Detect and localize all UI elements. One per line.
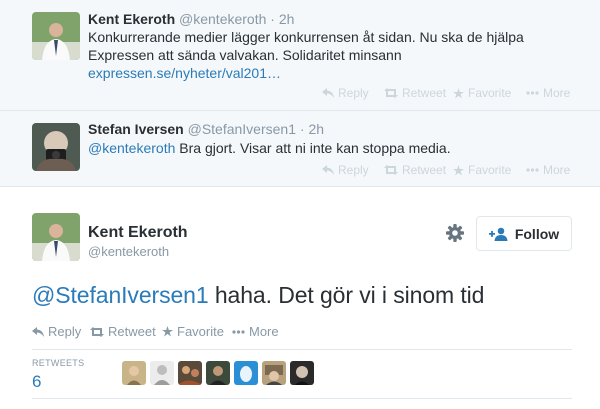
more-button[interactable]: More — [232, 324, 279, 339]
tweet-body: haha. Det gör vi i sinom tid — [208, 282, 485, 308]
screen-name[interactable]: @kentekeroth — [179, 11, 266, 27]
follow-button[interactable]: Follow — [476, 216, 572, 251]
tweet-link[interactable]: expressen.se/nyheter/val201… — [88, 65, 281, 81]
screen-name[interactable]: @StefanIversen1 — [188, 121, 296, 137]
divider — [32, 398, 572, 399]
retweeter-avatar[interactable] — [234, 361, 258, 385]
avatar[interactable] — [32, 213, 80, 261]
more-label: More — [249, 324, 279, 339]
more-icon — [526, 168, 539, 172]
more-label: More — [543, 86, 571, 100]
follow-label: Follow — [514, 225, 560, 242]
retweet-label: Retweet — [108, 324, 156, 339]
avatar[interactable] — [32, 12, 80, 60]
tweet-body: Konkurrerande medier lägger konkurrensen… — [88, 29, 524, 63]
favorite-button[interactable]: Favorite — [162, 324, 224, 339]
favorite-label: Favorite — [468, 86, 512, 100]
thread-tweet[interactable]: Stefan Iversen @StefanIversen1 · 2h @ken… — [0, 111, 600, 187]
timestamp[interactable]: · 2h — [300, 121, 324, 137]
divider — [32, 349, 572, 350]
retweet-button[interactable]: Retweet — [90, 324, 156, 339]
tweet-header: Kent Ekeroth @kentekeroth · 2h — [88, 11, 294, 27]
tweet-text: @StefanIversen1 haha. Det gör vi i sinom… — [32, 282, 484, 309]
tweet-text: @kentekeroth Bra gjort. Visar att ni int… — [88, 139, 548, 157]
tweet-text: Konkurrerande medier lägger konkurrensen… — [88, 28, 548, 82]
more-button[interactable]: More — [526, 163, 570, 177]
retweeter-avatars — [122, 361, 314, 385]
fullname[interactable]: Kent Ekeroth — [88, 11, 175, 27]
fullname[interactable]: Stefan Iversen — [88, 121, 184, 137]
reply-icon — [322, 88, 334, 98]
more-icon — [526, 91, 539, 95]
retweeter-avatar[interactable] — [262, 361, 286, 385]
retweeter-avatar[interactable] — [178, 361, 202, 385]
reply-icon — [32, 326, 44, 337]
favorite-icon — [453, 87, 464, 98]
screen-name[interactable]: @kentekeroth — [88, 244, 169, 259]
reply-icon — [322, 165, 334, 175]
retweeter-avatar[interactable] — [206, 361, 230, 385]
more-label: More — [543, 163, 571, 177]
retweet-label: Retweet — [402, 163, 447, 177]
favorite-icon — [162, 326, 173, 337]
reply-label: Reply — [48, 324, 82, 339]
timestamp[interactable]: · 2h — [270, 11, 294, 27]
reply-label: Reply — [338, 163, 369, 177]
favorite-icon — [453, 164, 464, 175]
tweet-body: Bra gjort. Visar att ni inte kan stoppa … — [175, 140, 451, 156]
mention-link[interactable]: @kentekeroth — [88, 140, 175, 156]
retweet-button[interactable]: Retweet — [384, 86, 446, 100]
retweet-button[interactable]: Retweet — [384, 163, 446, 177]
retweeter-avatar[interactable] — [150, 361, 174, 385]
favorite-label: Favorite — [468, 163, 512, 177]
more-button[interactable]: More — [526, 86, 570, 100]
reply-button[interactable]: Reply — [32, 324, 81, 339]
reply-button[interactable]: Reply — [322, 86, 369, 100]
favorite-button[interactable]: Favorite — [453, 163, 511, 177]
retweets-label: RETWEETS — [32, 358, 85, 368]
tweet-actions: Reply Retweet Favorite More — [0, 86, 600, 100]
retweet-label: Retweet — [402, 86, 447, 100]
retweets-count[interactable]: 6 — [32, 372, 41, 392]
favorite-label: Favorite — [177, 324, 224, 339]
retweet-icon — [90, 326, 104, 337]
retweeter-avatar[interactable] — [290, 361, 314, 385]
more-icon — [232, 329, 245, 334]
reply-label: Reply — [338, 86, 369, 100]
tweet-header: Stefan Iversen @StefanIversen1 · 2h — [88, 121, 324, 137]
retweeter-avatar[interactable] — [122, 361, 146, 385]
reply-button[interactable]: Reply — [322, 163, 369, 177]
fullname[interactable]: Kent Ekeroth — [88, 224, 188, 242]
favorite-button[interactable]: Favorite — [453, 86, 511, 100]
tweet-actions: Reply Retweet Favorite More — [0, 163, 600, 177]
retweet-icon — [384, 88, 398, 98]
mention-link[interactable]: @StefanIversen1 — [32, 282, 209, 308]
thread-tweet[interactable]: Kent Ekeroth @kentekeroth · 2h Konkurrer… — [0, 0, 600, 111]
retweet-icon — [384, 165, 398, 175]
follow-person-icon — [488, 227, 508, 241]
gear-icon[interactable] — [444, 222, 466, 244]
